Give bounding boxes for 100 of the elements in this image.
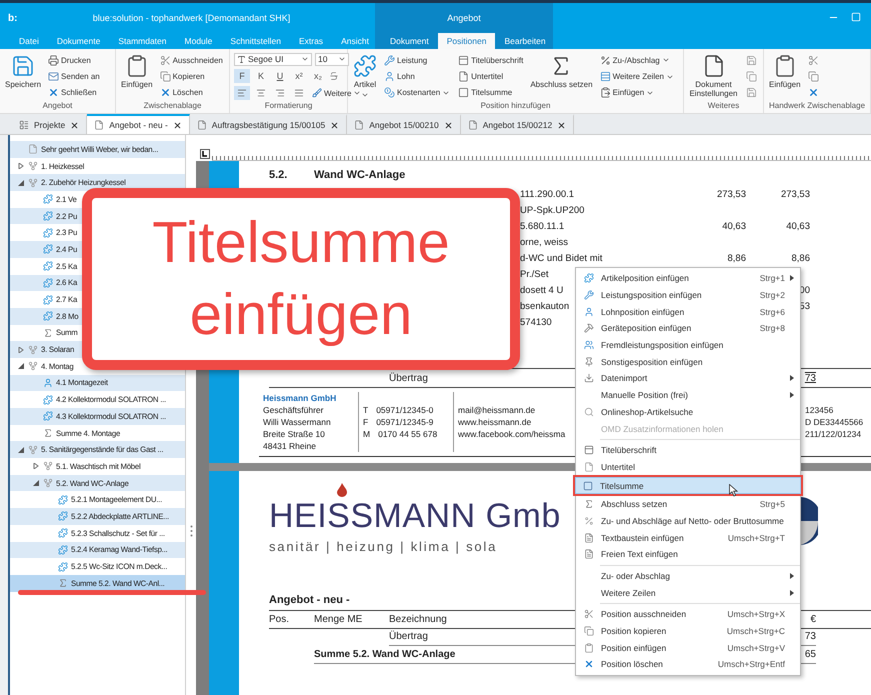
item-text: d-WC und Bidet mit <box>520 252 602 264</box>
square-icon <box>458 87 470 98</box>
menu-item[interactable]: Untertitel <box>576 458 800 476</box>
ribbon-button[interactable]: Leistung <box>382 52 452 68</box>
menu-item[interactable]: Leistungsposition einfügen Strg+2 <box>576 286 800 304</box>
menu-tab[interactable]: Dokument <box>381 33 438 49</box>
menu-item[interactable]: Onlineshop-Artikelsuche <box>576 404 800 420</box>
expander-icon[interactable] <box>18 163 24 170</box>
ribbon-button[interactable]: Einfügen <box>120 52 154 101</box>
menu-item[interactable]: Textbaustein einfügen Umsch+Strg+T <box>576 529 800 546</box>
puzzle-icon <box>43 294 53 305</box>
total-cell: 40,63 <box>786 220 810 232</box>
menu-tab[interactable]: Bearbeiten <box>495 33 555 49</box>
ribbon-button[interactable]: Schließen <box>46 85 102 100</box>
item-text: orne, weiss <box>520 236 568 248</box>
wrench-icon <box>584 290 594 300</box>
person-icon <box>43 378 53 388</box>
branch-icon <box>43 478 53 488</box>
printer-icon <box>48 54 60 66</box>
format-button[interactable]: x₂ <box>310 68 326 82</box>
tab-stop-icon[interactable] <box>200 149 210 159</box>
document-tab[interactable]: Auftragsbestätigung 15/00105 <box>190 114 348 134</box>
caret-icon <box>301 55 309 63</box>
flame-icon <box>337 483 347 497</box>
ribbon-button[interactable]: Weitere Zeilen <box>598 69 676 84</box>
ribbon-button[interactable]: Kopieren <box>158 68 225 84</box>
ribbon-button[interactable]: Ausschneiden <box>158 52 225 68</box>
ribbon-button[interactable]: Dokument Einstellungen <box>688 52 739 101</box>
ribbon-button[interactable]: Löschen <box>158 85 225 100</box>
format-button[interactable]: x² <box>291 68 307 82</box>
menu-item[interactable]: Lohnposition einfügen Strg+6 <box>576 303 800 320</box>
menu-item[interactable]: Freien Text einfügen <box>576 546 800 563</box>
pin-icon <box>584 356 594 367</box>
offer-title: Angebot - neu - <box>269 594 351 606</box>
expander-icon[interactable] <box>32 463 38 470</box>
callout-text: Titelsumme einfügen <box>151 208 451 349</box>
align-icon <box>275 88 285 98</box>
footer-text: Breite Straße 10 <box>263 428 326 440</box>
menu-item[interactable]: Artikelposition einfügen Strg+1 <box>576 270 800 287</box>
ribbon-button[interactable]: Lohn <box>382 69 452 84</box>
ribbon-button[interactable]: Titelsumme <box>456 85 526 100</box>
menu-tab[interactable]: Positionen <box>438 33 496 49</box>
menu-item[interactable]: Titelsumme <box>575 477 801 494</box>
menu-item[interactable]: Manuelle Position (frei) <box>576 386 800 404</box>
menu-item[interactable]: Zu- und Abschläge auf Netto- oder Bruttosumme <box>576 512 800 530</box>
ribbon-button[interactable]: Senden an <box>46 68 102 84</box>
price-cell: 8,86 <box>728 252 746 264</box>
ribbon-button[interactable]: Drucken <box>46 52 102 68</box>
file-icon <box>196 120 207 130</box>
ribbon-button[interactable]: Abschluss setzen <box>529 52 594 102</box>
expander-icon[interactable] <box>18 346 24 353</box>
branch-icon <box>28 161 38 172</box>
expander-icon[interactable] <box>18 363 24 370</box>
splitter-grip-icon[interactable] <box>190 525 192 537</box>
ribbon-button[interactable]: Einfügen <box>768 52 802 101</box>
footer-text: www.facebook.com/heissma <box>458 428 566 440</box>
format-button[interactable]: F <box>234 68 250 82</box>
menu-item[interactable]: Zu- oder Abschlag <box>576 568 800 584</box>
ribbon-button[interactable]: Kostenarten <box>382 85 452 100</box>
company-logo-text: HEISSMANN Gmb <box>269 497 561 535</box>
menu-item[interactable]: Fremdleistungsposition einfügen <box>576 336 800 354</box>
font-select[interactable]: Segoe UI <box>234 52 312 66</box>
puzzle-icon <box>58 494 68 505</box>
font-size-select[interactable]: 10 <box>315 52 349 66</box>
ribbon-button[interactable]: Einfügen <box>598 85 676 100</box>
copy-icon <box>808 70 820 82</box>
group-label: Handwerk Zwischenablage <box>768 101 866 112</box>
shortcut-label: Strg+6 <box>758 306 785 317</box>
footer-text: Willi Wassermann <box>263 416 332 428</box>
price-cell: 273,53 <box>716 188 746 200</box>
document-tab[interactable]: Angebot - neu - <box>87 114 190 134</box>
ribbon-button[interactable]: Untertitel <box>456 69 526 84</box>
format-button[interactable]: K <box>253 68 269 82</box>
menu-item[interactable]: Geräteposition einfügen Strg+8 <box>576 320 800 337</box>
document-tab[interactable]: Angebot 15/00212 <box>460 114 574 134</box>
document-icon <box>28 144 38 154</box>
company-tagline: sanitär | heizung | klima | sola <box>269 539 498 554</box>
align-button[interactable] <box>234 86 250 100</box>
expander-icon[interactable] <box>18 446 24 453</box>
ribbon-button[interactable]: Speichern <box>4 52 42 101</box>
menu-item[interactable]: Weitere Zeilen <box>576 584 800 602</box>
expander-icon[interactable] <box>18 180 24 186</box>
people-icon <box>584 340 594 350</box>
puzzle-icon <box>353 54 377 78</box>
ribbon-button[interactable]: Titelüberschrift <box>456 52 526 68</box>
phone-line: M 0170 44 55 678 <box>363 428 438 440</box>
puzzle-icon <box>43 228 53 238</box>
document-tab[interactable]: Angebot 15/00210 <box>347 114 461 134</box>
menu-item[interactable]: Titelüberschrift <box>576 442 800 459</box>
expander-icon[interactable] <box>32 480 38 486</box>
scissors-icon <box>584 609 594 620</box>
format-button[interactable]: U <box>272 68 288 82</box>
group-label: Zwischenablage <box>142 101 202 112</box>
menu-item[interactable]: Abschluss setzen Strg+5 <box>576 496 800 513</box>
ribbon-button[interactable]: Zu-/Abschlag <box>598 52 676 68</box>
submenu-arrow-icon <box>790 392 794 398</box>
branch-icon <box>28 361 38 372</box>
round-logo-icon <box>800 497 818 545</box>
menu-item[interactable]: Datenimport <box>576 370 800 387</box>
menu-item[interactable]: Sonstigesposition einfügen <box>576 353 800 370</box>
